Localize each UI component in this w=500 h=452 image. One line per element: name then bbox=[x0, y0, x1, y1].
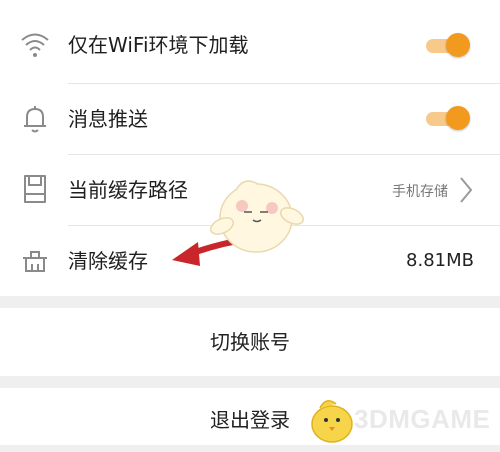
setting-row-wifi-only[interactable]: 仅在WiFi环境下加载 bbox=[0, 10, 500, 80]
push-toggle[interactable] bbox=[426, 106, 470, 132]
duck-mascot-icon bbox=[311, 400, 353, 443]
bell-icon bbox=[18, 102, 52, 136]
watermark-logo: 3DMGAME bbox=[304, 392, 494, 444]
wifi-only-toggle[interactable] bbox=[426, 33, 470, 59]
setting-label-clear-cache: 清除缓存 bbox=[68, 249, 148, 273]
wifi-icon bbox=[18, 28, 52, 62]
mascot-sticker bbox=[206, 168, 306, 264]
setting-label-wifi-only: 仅在WiFi环境下加载 bbox=[68, 33, 249, 57]
cache-path-value: 手机存储 bbox=[392, 184, 448, 200]
toggle-knob bbox=[446, 33, 470, 57]
chevron-right-icon bbox=[458, 175, 474, 209]
broom-icon bbox=[18, 244, 52, 278]
cache-size-value: 8.81MB bbox=[406, 250, 474, 271]
setting-row-push[interactable]: 消息推送 bbox=[0, 84, 500, 154]
watermark-text: 3DMGAME bbox=[354, 404, 491, 434]
setting-label-cache-path: 当前缓存路径 bbox=[68, 178, 188, 202]
setting-label-push: 消息推送 bbox=[68, 107, 148, 131]
switch-account-button[interactable]: 切换账号 bbox=[0, 308, 500, 376]
sd-card-icon bbox=[18, 172, 52, 206]
toggle-knob bbox=[446, 106, 470, 130]
